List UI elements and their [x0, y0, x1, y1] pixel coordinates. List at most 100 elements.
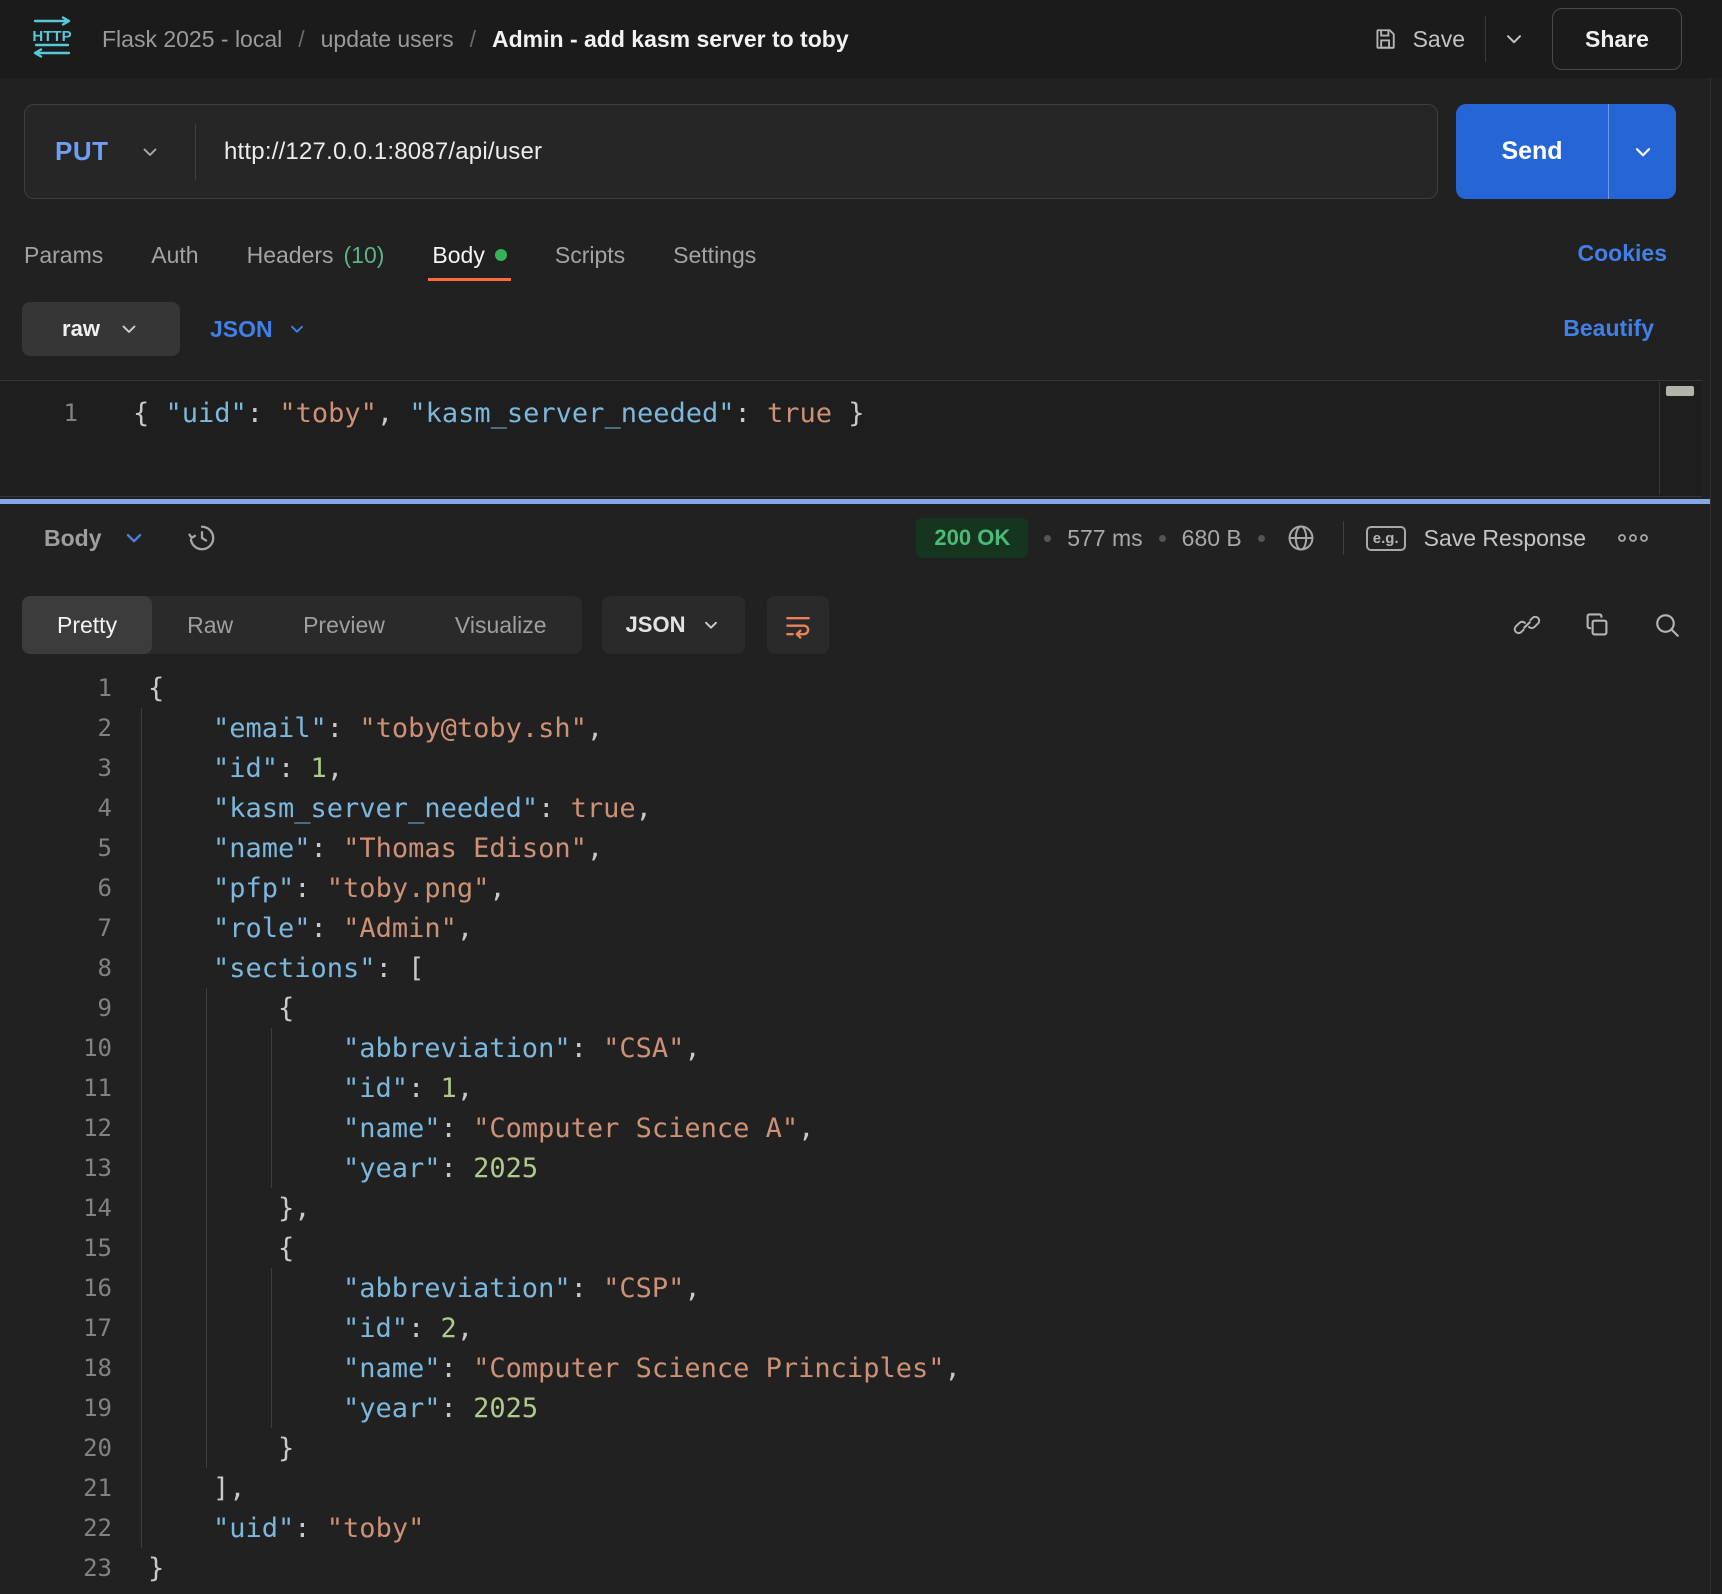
view-visualize[interactable]: Visualize — [420, 596, 582, 654]
indent-guide — [271, 1028, 272, 1188]
request-url-bar: PUT http://127.0.0.1:8087/api/user — [24, 104, 1438, 199]
body-mode-row: raw JSON — [22, 302, 307, 356]
page-scrollbar[interactable] — [1710, 78, 1722, 1594]
wrap-lines-button[interactable] — [767, 596, 829, 654]
body-modified-dot — [495, 249, 507, 261]
chevron-down-icon — [122, 526, 146, 550]
line-number: 17 — [0, 1314, 112, 1342]
response-format-select[interactable]: JSON — [602, 596, 746, 654]
code-line: 4"kasm_server_needed": true, — [0, 788, 1700, 828]
response-time[interactable]: 577 ms — [1067, 525, 1142, 552]
response-view-switch: Pretty Raw Preview Visualize — [22, 596, 582, 654]
line-number: 16 — [0, 1274, 112, 1302]
share-button[interactable]: Share — [1552, 8, 1682, 70]
code-line: 2"email": "toby@toby.sh", — [0, 708, 1700, 748]
response-stats: 200 OK 577 ms 680 B e.g. Save Response — [916, 518, 1650, 558]
cookies-link[interactable]: Cookies — [1578, 240, 1667, 267]
chevron-down-icon — [1631, 140, 1655, 164]
send-button[interactable]: Send — [1456, 104, 1608, 199]
pane-resize-handle[interactable] — [0, 499, 1722, 504]
wrap-text-icon — [783, 610, 813, 640]
method-label: PUT — [55, 136, 109, 167]
code-line: 8"sections": [ — [0, 948, 1700, 988]
divider — [195, 124, 196, 180]
scrollbar-thumb[interactable] — [1666, 386, 1694, 396]
url-input[interactable]: http://127.0.0.1:8087/api/user — [224, 138, 542, 166]
share-label: Share — [1585, 26, 1649, 53]
headers-count-badge: (10) — [344, 242, 385, 269]
line-number: 10 — [0, 1034, 112, 1062]
line-number: 11 — [0, 1074, 112, 1102]
http-method-icon: HTTP — [28, 16, 76, 63]
view-preview[interactable]: Preview — [268, 596, 420, 654]
line-number: 18 — [0, 1354, 112, 1382]
code-line: 7"role": "Admin", — [0, 908, 1700, 948]
dot-separator — [1159, 535, 1166, 542]
link-icon — [1512, 610, 1542, 640]
method-selector[interactable]: PUT — [25, 136, 195, 167]
request-body-editor[interactable]: 1{ "uid": "toby", "kasm_server_needed": … — [0, 380, 1702, 497]
beautify-link[interactable]: Beautify — [1563, 315, 1654, 342]
copy-body-button[interactable] — [1582, 610, 1612, 640]
copy-link-button[interactable] — [1512, 610, 1542, 640]
editor-scrollbar[interactable] — [1659, 382, 1702, 495]
tab-headers[interactable]: Headers (10) — [245, 242, 387, 269]
body-format-label: JSON — [210, 316, 273, 343]
globe-icon — [1285, 522, 1317, 554]
response-toolbar: Pretty Raw Preview Visualize JSON — [22, 596, 1682, 654]
top-bar: HTTP Flask 2025 - local / update users /… — [0, 0, 1722, 78]
view-raw[interactable]: Raw — [152, 596, 268, 654]
tab-params[interactable]: Params — [22, 242, 105, 269]
line-number: 1 — [0, 399, 78, 427]
divider — [1485, 16, 1486, 62]
status-badge[interactable]: 200 OK — [916, 518, 1028, 558]
save-options-button[interactable] — [1502, 27, 1526, 51]
code-line: 11"id": 1, — [0, 1068, 1700, 1108]
more-options-button[interactable] — [1616, 530, 1650, 546]
code-line: 19"year": 2025 — [0, 1388, 1700, 1428]
code-line: 15{ — [0, 1228, 1700, 1268]
code-line: 22"uid": "toby" — [0, 1508, 1700, 1548]
response-body-select[interactable]: Body — [44, 525, 146, 552]
save-button[interactable]: Save — [1371, 25, 1465, 53]
line-number: 14 — [0, 1194, 112, 1222]
network-info-button[interactable] — [1285, 522, 1317, 554]
tab-body[interactable]: Body — [430, 242, 508, 269]
response-body-viewer[interactable]: 1{2"email": "toby@toby.sh",3"id": 1,4"ka… — [0, 668, 1700, 1594]
code-line: 16"abbreviation": "CSP", — [0, 1268, 1700, 1308]
line-number: 20 — [0, 1434, 112, 1462]
history-icon — [186, 522, 218, 554]
line-number: 23 — [0, 1554, 112, 1582]
line-number: 6 — [0, 874, 112, 902]
send-options-button[interactable] — [1609, 104, 1676, 199]
request-title[interactable]: Admin - add kasm server to toby — [492, 26, 849, 53]
response-size[interactable]: 680 B — [1182, 525, 1242, 552]
view-pretty[interactable]: Pretty — [22, 596, 152, 654]
chevron-down-icon — [139, 141, 161, 163]
line-number: 19 — [0, 1394, 112, 1422]
response-history-button[interactable] — [186, 522, 218, 554]
code-line: 18"name": "Computer Science Principles", — [0, 1348, 1700, 1388]
line-number: 1 — [0, 674, 112, 702]
breadcrumb-collection[interactable]: Flask 2025 - local — [102, 26, 282, 53]
code-line: 17"id": 2, — [0, 1308, 1700, 1348]
code-line: 21], — [0, 1468, 1700, 1508]
line-number: 12 — [0, 1114, 112, 1142]
body-format-select[interactable]: JSON — [210, 316, 307, 343]
search-body-button[interactable] — [1652, 610, 1682, 640]
tab-auth[interactable]: Auth — [149, 242, 200, 269]
body-mode-select[interactable]: raw — [22, 302, 180, 356]
save-response-button[interactable]: Save Response — [1424, 525, 1586, 552]
line-number: 3 — [0, 754, 112, 782]
breadcrumb-folder[interactable]: update users — [321, 26, 454, 53]
send-label: Send — [1501, 137, 1562, 166]
more-options-icon — [1616, 530, 1650, 546]
indent-guide — [271, 1268, 272, 1428]
chevron-down-icon — [701, 615, 721, 635]
tab-scripts[interactable]: Scripts — [553, 242, 627, 269]
tab-settings[interactable]: Settings — [671, 242, 758, 269]
example-icon: e.g. — [1366, 526, 1406, 551]
chevron-down-icon — [1502, 27, 1526, 51]
line-number: 13 — [0, 1154, 112, 1182]
code-line: 13"year": 2025 — [0, 1148, 1700, 1188]
